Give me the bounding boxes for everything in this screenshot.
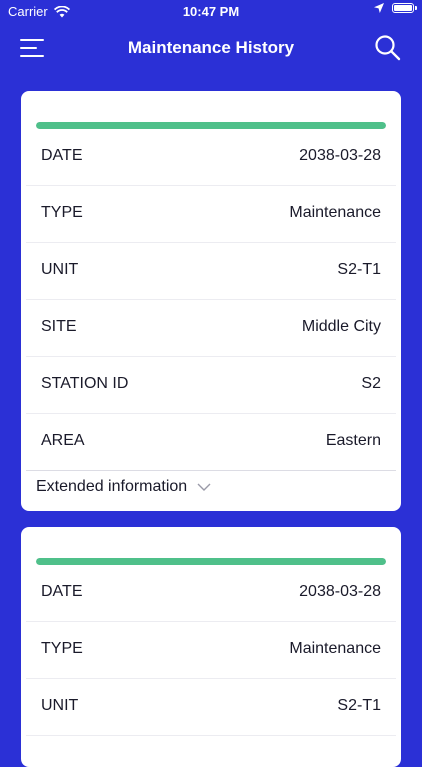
- status-progress-bar: [36, 558, 386, 565]
- field-row-type: TYPE Maintenance: [26, 186, 396, 243]
- field-label: DATE: [41, 147, 83, 164]
- field-label: DATE: [41, 583, 83, 600]
- search-icon: [375, 35, 401, 61]
- search-button[interactable]: [374, 34, 402, 62]
- progress-fill: [36, 122, 386, 129]
- field-row-unit: UNIT S2-T1: [26, 679, 396, 736]
- field-value: S2: [361, 375, 381, 392]
- field-label: TYPE: [41, 204, 83, 221]
- field-label: UNIT: [41, 697, 79, 714]
- status-time: 10:47 PM: [182, 4, 240, 19]
- field-value: S2-T1: [337, 697, 381, 714]
- record-fields: DATE 2038-03-28 TYPE Maintenance UNIT S2…: [26, 129, 396, 471]
- field-row-unit: UNIT S2-T1: [26, 243, 396, 300]
- record-fields: DATE 2038-03-28 TYPE Maintenance UNIT S2…: [26, 565, 396, 767]
- field-value: 2038-03-28: [299, 147, 381, 164]
- maintenance-record-card[interactable]: DATE 2038-03-28 TYPE Maintenance UNIT S2…: [21, 91, 401, 511]
- progress-fill: [36, 558, 386, 565]
- field-value: Maintenance: [289, 640, 381, 657]
- status-bar: Carrier 10:47 PM: [0, 0, 422, 22]
- extended-information-label: Extended information: [36, 478, 188, 495]
- field-label: SITE: [41, 318, 77, 335]
- field-label: AREA: [41, 432, 85, 449]
- maintenance-record-card[interactable]: DATE 2038-03-28 TYPE Maintenance UNIT S2…: [21, 527, 401, 767]
- navigation-bar: Maintenance History: [0, 22, 422, 76]
- field-value: Maintenance: [289, 204, 381, 221]
- field-label: TYPE: [41, 640, 83, 657]
- field-row-station-id: STATION ID S2: [26, 357, 396, 414]
- extended-information-toggle[interactable]: Extended information: [36, 478, 211, 496]
- status-right: [374, 3, 417, 13]
- status-progress-bar: [36, 122, 386, 129]
- field-value: Eastern: [325, 432, 381, 449]
- field-label: STATION ID: [41, 375, 129, 392]
- battery-icon: [392, 3, 417, 13]
- field-row-type: TYPE Maintenance: [26, 622, 396, 679]
- chevron-down-icon: [197, 483, 211, 491]
- field-row-site: SITE Middle City: [26, 300, 396, 357]
- field-value: 2038-03-28: [299, 583, 381, 600]
- field-row-date: DATE 2038-03-28: [26, 129, 396, 186]
- field-row-next: [26, 736, 396, 767]
- field-label: UNIT: [41, 261, 79, 278]
- location-arrow-icon: [374, 3, 384, 13]
- field-value: S2-T1: [337, 261, 381, 278]
- page-title: Maintenance History: [127, 38, 295, 57]
- field-row-date: DATE 2038-03-28: [26, 565, 396, 622]
- field-value: Middle City: [301, 318, 381, 335]
- field-row-area: AREA Eastern: [26, 414, 396, 471]
